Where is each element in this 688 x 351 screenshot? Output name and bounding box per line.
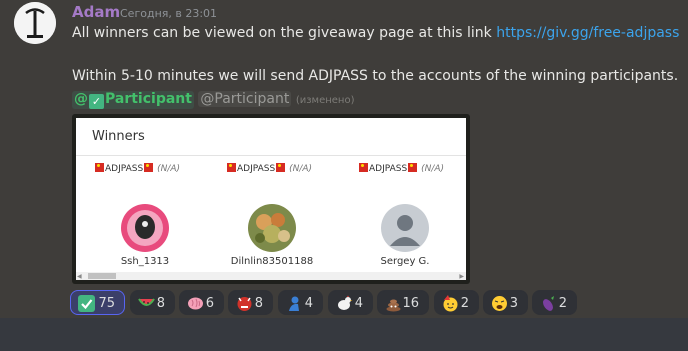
embed-divider: [76, 155, 466, 156]
winner-name: Dilnlin83501188: [230, 256, 314, 267]
message-line-1: All winners can be viewed on the giveawa…: [72, 25, 679, 41]
author-name[interactable]: Adam: [72, 3, 120, 21]
china-flag-icon: [408, 163, 418, 172]
author-avatar[interactable]: [14, 2, 56, 44]
check-mark-icon: ✓: [89, 94, 104, 109]
mention-at: @: [74, 91, 88, 107]
giveaway-link[interactable]: https://giv.gg/free-adjpass: [496, 25, 679, 41]
chat-message: Adam Сегодня, в 23:01 All winners can be…: [0, 0, 688, 318]
reaction-poop[interactable]: 16: [377, 290, 429, 315]
reaction-watermelon[interactable]: 8: [130, 290, 175, 315]
reaction-eggplant[interactable]: 2: [532, 290, 577, 315]
prize-label: ADJPASS (N/A): [94, 163, 180, 174]
giveaway-embed: Winners ADJPASS (N/A) ADJPASS (N/A) ADJP…: [72, 114, 470, 284]
reaction-chicken[interactable]: 4: [328, 290, 373, 315]
person-blue-icon: [289, 296, 299, 311]
check-mark-icon: [78, 295, 95, 312]
weary-face-icon: [492, 296, 507, 311]
brain-icon: [188, 297, 203, 310]
scrollbar-thumb[interactable]: [88, 273, 116, 279]
message-line-2: Within 5-10 minutes we will send ADJPASS…: [72, 68, 679, 84]
plain-mention-participant[interactable]: @Participant: [198, 91, 292, 107]
prize-label: ADJPASS (N/A): [358, 163, 444, 174]
china-flag-icon: [227, 163, 236, 172]
winner-avatar[interactable]: [248, 204, 296, 252]
reaction-check-mark[interactable]: 75: [70, 290, 125, 315]
embed-scrollbar[interactable]: ◀ ▶: [76, 272, 466, 280]
china-flag-icon: [144, 163, 154, 172]
mention-role-name: Participant: [105, 91, 192, 107]
message-line-3: @ ✓ Participant @Participant (изменено): [72, 91, 354, 109]
edited-label: (изменено): [295, 95, 355, 106]
reaction-person[interactable]: 4: [278, 290, 323, 315]
bottom-panel: [0, 318, 688, 351]
embed-content: Winners ADJPASS (N/A) ADJPASS (N/A) ADJP…: [76, 118, 466, 280]
message-text: All winners can be viewed on the giveawa…: [72, 25, 497, 41]
watermelon-icon: [138, 298, 155, 306]
reaction-ogre[interactable]: 8: [228, 290, 273, 315]
reaction-weary[interactable]: 3: [483, 290, 528, 315]
china-flag-icon: [276, 163, 286, 172]
winner-avatar[interactable]: [121, 204, 169, 252]
winner-name: Ssh_1313: [120, 256, 170, 267]
scroll-right-icon[interactable]: ▶: [459, 273, 464, 280]
embed-title: Winners: [92, 129, 145, 144]
scroll-left-icon[interactable]: ◀: [77, 273, 82, 280]
partying-face-icon: [443, 295, 458, 312]
prize-label: ADJPASS (N/A): [226, 163, 312, 174]
eggplant-icon: [543, 296, 554, 311]
reaction-brain[interactable]: 6: [179, 290, 224, 315]
china-flag-icon: [359, 163, 368, 172]
role-mention-participant[interactable]: @ ✓ Participant: [72, 91, 194, 109]
ogre-mask-icon: [237, 297, 252, 311]
winner-name: Sergey G.: [380, 256, 430, 267]
reaction-partying[interactable]: 2: [434, 290, 479, 315]
poop-icon: [386, 299, 401, 312]
winner-avatar[interactable]: [381, 204, 429, 252]
message-timestamp: Сегодня, в 23:01: [120, 7, 218, 20]
china-flag-icon: [95, 163, 104, 172]
chicken-icon: [338, 295, 353, 310]
